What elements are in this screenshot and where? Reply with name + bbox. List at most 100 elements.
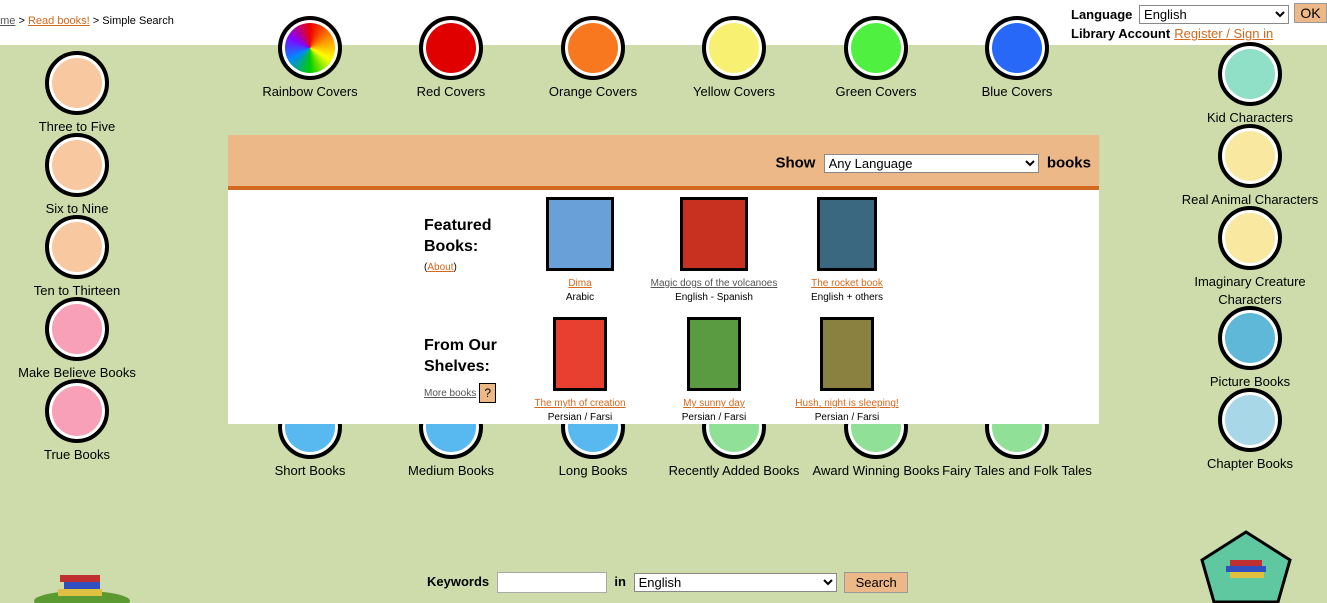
breadcrumb: ome > Read books! > Simple Search [0, 15, 174, 27]
ok-button[interactable]: OK [1294, 3, 1327, 23]
nav-green-covers[interactable]: Green Covers [801, 16, 951, 101]
books-label: books [1046, 154, 1091, 172]
book-language: Persian / Farsi [814, 412, 880, 423]
book-title-link[interactable]: Dima [568, 278, 591, 289]
kids-icon[interactable] [1218, 42, 1282, 106]
unicorn-icon[interactable] [1218, 206, 1282, 270]
nav-real-animal-characters[interactable]: Real Animal Characters [1175, 124, 1325, 209]
book-title-link[interactable]: My sunny day [683, 398, 745, 409]
breadcrumb-separator: > [18, 15, 25, 27]
nav-yellow-covers[interactable]: Yellow Covers [659, 16, 809, 101]
more-books-link[interactable]: More books [424, 388, 476, 399]
breadcrumb-home[interactable]: ome [0, 15, 15, 27]
nav-orange-covers[interactable]: Orange Covers [518, 16, 668, 101]
nav-six-to-nine[interactable]: Six to Nine [2, 133, 152, 218]
icon-label[interactable]: Chapter Books [1175, 455, 1325, 473]
icon-label[interactable]: Recently Added Books [659, 462, 809, 480]
book-language: English + others [811, 292, 883, 303]
book-item: The myth of creation Persian / Farsi [515, 317, 645, 425]
running-girl-icon[interactable] [45, 215, 109, 279]
book-language: Persian / Farsi [681, 412, 747, 423]
book-title-link[interactable]: Hush, night is sleeping! [795, 398, 898, 409]
book-cover[interactable] [553, 317, 607, 391]
nav-ten-to-thirteen[interactable]: Ten to Thirteen [2, 215, 152, 300]
nav-chapter-books[interactable]: Chapter Books [1175, 388, 1325, 473]
book-cover[interactable] [687, 317, 741, 391]
nav-blue-covers[interactable]: Blue Covers [942, 16, 1092, 101]
icon-label[interactable]: Medium Books [376, 462, 526, 480]
bookshelf-pentagon-icon[interactable] [1200, 530, 1292, 603]
featured-books-heading: Featured Books: (About) [424, 217, 492, 273]
book-panel: Show Any Language books Featured Books: … [228, 135, 1099, 424]
nav-kid-characters[interactable]: Kid Characters [1175, 42, 1325, 127]
book-cover[interactable] [820, 317, 874, 391]
icon-label[interactable]: Award Winning Books [801, 462, 951, 480]
shelves-title: From Our Shelves: [424, 337, 497, 375]
book-item: My sunny day Persian / Farsi [649, 317, 779, 425]
icon-label[interactable]: Orange Covers [518, 83, 668, 101]
in-label: in [614, 573, 626, 589]
icon-label[interactable]: Blue Covers [942, 83, 1092, 101]
icon-label[interactable]: Short Books [235, 462, 385, 480]
register-sign-in-link[interactable]: Register / Sign in [1174, 26, 1273, 41]
featured-books-title: Featured Books: [424, 217, 492, 255]
keywords-label: Keywords [427, 573, 490, 589]
icon-label[interactable]: Yellow Covers [659, 83, 809, 101]
picture-book-icon[interactable] [1218, 306, 1282, 370]
chapter-book-icon[interactable] [1218, 388, 1282, 452]
search-bar: Keywords in English Search [427, 572, 909, 593]
icon-label[interactable]: Imaginary Creature Characters [1175, 273, 1325, 309]
book-title-link[interactable]: Magic dogs of the volcanoes [651, 278, 778, 289]
book-language: Persian / Farsi [547, 412, 613, 423]
about-link[interactable]: About [427, 262, 453, 273]
book-title-link[interactable]: The rocket book [811, 278, 883, 289]
icon-label[interactable]: Green Covers [801, 83, 951, 101]
breadcrumb-separator: > [92, 15, 100, 27]
nav-true-books[interactable]: True Books [2, 379, 152, 464]
nav-red-covers[interactable]: Red Covers [376, 16, 526, 101]
nav-picture-books[interactable]: Picture Books [1175, 306, 1325, 391]
language-select[interactable]: English [1139, 5, 1290, 24]
breadcrumb-read-books[interactable]: Read books! [28, 15, 90, 27]
nav-rainbow-covers[interactable]: Rainbow Covers [235, 16, 385, 101]
language-filter-select[interactable]: Any Language [823, 154, 1039, 173]
book-item: Hush, night is sleeping! Persian / Farsi [782, 317, 912, 425]
book-title-link[interactable]: The myth of creation [534, 398, 625, 409]
tiger-icon[interactable] [1218, 124, 1282, 188]
show-label: Show [775, 154, 816, 172]
color-circle-icon[interactable] [702, 16, 766, 80]
icon-label[interactable]: Rainbow Covers [235, 83, 385, 101]
book-item: Dima Arabic [515, 197, 645, 305]
book-item: Magic dogs of the volcanoes English - Spa… [649, 197, 779, 305]
book-cover[interactable] [817, 197, 877, 271]
color-circle-icon[interactable] [419, 16, 483, 80]
color-circle-icon[interactable] [278, 16, 342, 80]
keywords-input[interactable] [496, 572, 607, 593]
help-button[interactable]: ? [479, 383, 497, 404]
book-item: The rocket book English + others [782, 197, 912, 305]
search-button[interactable]: Search [844, 572, 909, 593]
fish-icon[interactable] [45, 379, 109, 443]
nav-imaginary-creature-characters[interactable]: Imaginary Creature Characters [1175, 206, 1325, 309]
nav-make-believe-books[interactable]: Make Believe Books [2, 297, 152, 382]
shelves-heading: From Our Shelves: More books? [424, 335, 514, 404]
breadcrumb-current: Simple Search [102, 15, 174, 27]
color-circle-icon[interactable] [561, 16, 625, 80]
mermaid-icon[interactable] [45, 297, 109, 361]
nav-three-to-five[interactable]: Three to Five [2, 51, 152, 136]
icon-label[interactable]: True Books [2, 446, 152, 464]
icon-label[interactable]: Long Books [518, 462, 668, 480]
book-language: Arabic [565, 292, 595, 303]
color-circle-icon[interactable] [985, 16, 1049, 80]
book-cover[interactable] [546, 197, 614, 271]
book-language: English - Spanish [675, 292, 753, 303]
books-logo-icon [34, 575, 130, 603]
icon-label[interactable]: Fairy Tales and Folk Tales [942, 462, 1092, 480]
search-language-select[interactable]: English [633, 573, 837, 592]
running-child-icon[interactable] [45, 133, 109, 197]
language-filter-bar: Show Any Language books [228, 135, 1099, 190]
toddler-icon[interactable] [45, 51, 109, 115]
color-circle-icon[interactable] [844, 16, 908, 80]
book-cover[interactable] [680, 197, 748, 271]
icon-label[interactable]: Red Covers [376, 83, 526, 101]
